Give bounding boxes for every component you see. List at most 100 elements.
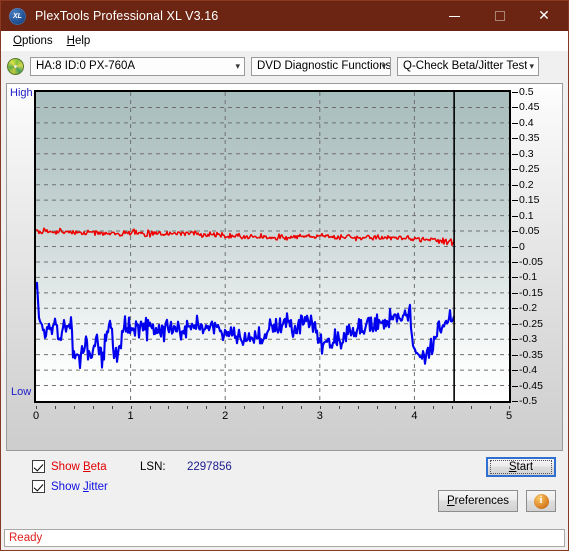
x-axis-tick-mark: [187, 406, 189, 409]
y-axis-tick-label: -0.05: [519, 255, 543, 268]
y-axis-tick-label: 0.4: [519, 116, 534, 129]
x-axis-tick-mark: [357, 406, 359, 409]
y-axis-tick-mark: [512, 292, 518, 294]
x-axis-tick-mark: [509, 406, 510, 409]
y-axis-tick-label: -0.2: [519, 302, 538, 315]
y-axis-tick-mark: [512, 200, 518, 202]
chevron-down-icon: ▾: [235, 60, 240, 71]
test-select[interactable]: Q-Check Beta/Jitter Test ▾: [397, 56, 539, 76]
x-axis-tick-label: 2: [222, 410, 229, 422]
x-axis-tick-mark: [263, 406, 265, 409]
bottom-controls: Show Beta Show Jitter LSN: 2297856 Start…: [6, 451, 563, 529]
x-axis-tick-mark: [471, 406, 473, 409]
y-axis-tick-label: -0.45: [519, 379, 543, 392]
x-axis-tick-mark: [490, 406, 492, 409]
menu-item-help[interactable]: Help: [61, 33, 99, 49]
x-axis-tick-label: 4: [411, 410, 418, 422]
y-axis-tick-mark: [512, 385, 518, 387]
function-select-value: DVD Diagnostic Functions: [257, 60, 390, 72]
show-jitter-label: Show Jitter: [51, 480, 108, 493]
menu-bar: Options Help: [1, 31, 568, 52]
axis-low-label: Low: [11, 386, 32, 398]
y-axis-tick-mark: [512, 261, 518, 263]
y-axis-tick-mark: [512, 339, 518, 341]
x-axis-tick-mark: [300, 406, 302, 409]
y-axis-tick-mark: [512, 107, 518, 109]
test-select-value: Q-Check Beta/Jitter Test: [403, 60, 528, 72]
y-axis-tick-mark: [512, 308, 518, 310]
start-button[interactable]: Start: [486, 457, 556, 477]
minimize-button[interactable]: [432, 1, 476, 31]
menu-item-options-label: ptions: [21, 35, 53, 47]
plextools-xl-icon: XL: [9, 7, 26, 25]
preferences-button[interactable]: Preferences: [438, 490, 518, 512]
y-axis-tick-mark: [512, 169, 518, 171]
lsn-label: LSN:: [140, 461, 166, 473]
show-jitter-checkbox[interactable]: [32, 480, 45, 493]
y-axis-tick-label: 0.1: [519, 209, 534, 222]
x-axis-tick-mark: [395, 406, 397, 409]
y-axis-tick-label: 0.45: [519, 101, 540, 114]
y-axis-tick-mark: [512, 184, 518, 186]
minimize-icon: [448, 15, 460, 17]
drive-select[interactable]: HA:8 ID:0 PX-760A ▾: [30, 56, 245, 76]
x-axis-tick-mark: [338, 406, 340, 409]
lsn-value: 2297856: [187, 461, 232, 473]
optical-disc-icon: [7, 57, 24, 75]
y-axis-tick-label: -0.3: [519, 333, 538, 346]
x-axis-tick-mark: [376, 406, 378, 409]
toolbar: HA:8 ID:0 PX-760A ▾ DVD Diagnostic Funct…: [1, 52, 568, 80]
maximize-button[interactable]: [478, 1, 522, 31]
x-axis-tick-label: 5: [505, 410, 513, 422]
y-axis-tick-label: 0.35: [519, 132, 540, 145]
x-axis-tick-mark: [433, 406, 435, 409]
x-axis-tick-mark: [36, 406, 37, 409]
show-beta-checkbox[interactable]: [32, 460, 45, 473]
maximize-icon: [495, 11, 505, 21]
x-axis-tick-mark: [225, 406, 227, 409]
chevron-down-icon: ▾: [381, 60, 386, 71]
y-axis-tick-label: -0.15: [519, 286, 543, 299]
x-axis-tick-mark: [130, 406, 132, 409]
x-axis-tick-mark: [414, 406, 416, 409]
title-bar: XL PlexTools Professional XL V3.16 ✕: [1, 1, 568, 31]
y-axis-tick-label: -0.5: [519, 395, 538, 407]
y-axis-tick-label: -0.1: [519, 271, 538, 284]
window-title: PlexTools Professional XL V3.16: [35, 9, 219, 23]
menu-item-help-label: elp: [74, 35, 91, 47]
close-button[interactable]: ✕: [522, 1, 566, 31]
chart-panel: High Low 0.5 0.45 0.4 0.35 0.3 0.25 0.2 0.15 0.1…: [6, 83, 563, 451]
show-beta-label: Show Beta: [51, 460, 107, 473]
y-axis-tick-mark: [512, 92, 518, 93]
y-axis-tick-mark: [512, 153, 518, 155]
y-axis-tick-mark: [512, 401, 518, 402]
x-axis-tick-mark: [149, 406, 151, 409]
y-axis-tick-mark: [512, 354, 518, 356]
y-axis-tick-mark: [512, 215, 518, 217]
show-jitter-row[interactable]: Show Jitter: [32, 480, 108, 493]
x-axis-tick-mark: [244, 406, 246, 409]
y-axis-tick-mark: [512, 122, 518, 124]
show-beta-row[interactable]: Show Beta: [32, 460, 107, 473]
beta-jitter-plot: [34, 90, 511, 403]
function-select[interactable]: DVD Diagnostic Functions ▾: [251, 56, 391, 76]
application-window: XL PlexTools Professional XL V3.16 ✕ Opt…: [0, 0, 569, 551]
info-button[interactable]: i: [526, 490, 556, 512]
x-axis-tick-label: 1: [127, 410, 134, 422]
x-axis-tick-label: 0: [32, 410, 40, 422]
x-axis-tick-mark: [206, 406, 208, 409]
menu-item-options[interactable]: Options: [7, 33, 61, 49]
close-icon: ✕: [538, 8, 550, 24]
x-axis-tick-mark: [452, 406, 454, 409]
y-axis-tick-label: 0.05: [519, 225, 540, 238]
status-bar: Ready: [4, 529, 565, 547]
y-axis-tick-mark: [512, 246, 518, 248]
y-axis-tick-label: 0.3: [519, 147, 534, 160]
info-icon: i: [533, 493, 549, 509]
y-axis-tick-mark: [512, 138, 518, 140]
x-axis-tick-mark: [168, 406, 170, 409]
drive-select-value: HA:8 ID:0 PX-760A: [36, 60, 136, 72]
y-axis-tick-label: -0.4: [519, 364, 538, 377]
axis-high-label: High: [10, 87, 33, 99]
y-axis-tick-label: -0.25: [519, 317, 543, 330]
